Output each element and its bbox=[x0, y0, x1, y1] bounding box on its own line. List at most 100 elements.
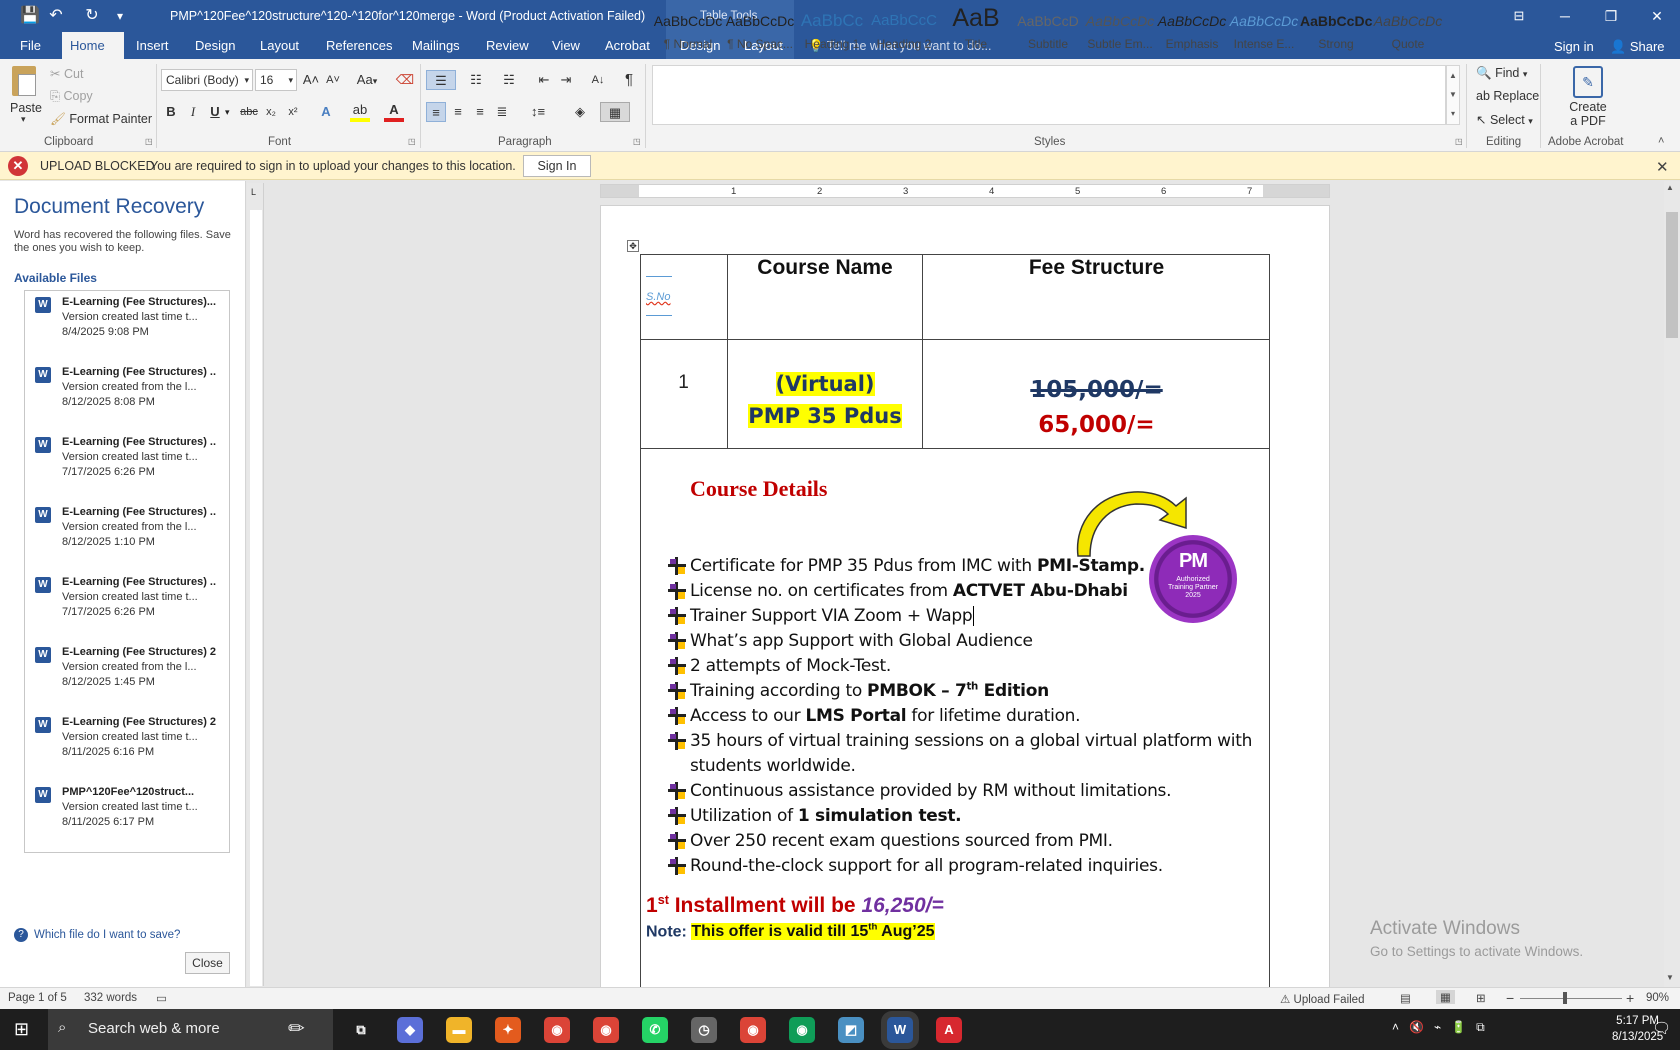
align-left-icon[interactable]: ≡ bbox=[426, 102, 446, 122]
grow-font-icon[interactable]: A˄ bbox=[301, 70, 321, 90]
styles-scroll[interactable]: ▲ ▼ ▾ bbox=[1446, 65, 1460, 125]
underline-button[interactable]: U bbox=[205, 102, 225, 122]
save-icon[interactable]: 💾 bbox=[18, 5, 42, 27]
bullet-item[interactable]: Trainer Support VIA Zoom + Wapp bbox=[668, 606, 975, 626]
bullet-item[interactable]: Training according to PMBOK – 7th Editio… bbox=[668, 681, 1049, 701]
style-title[interactable]: AaB Title bbox=[940, 0, 1012, 58]
chrome-icon[interactable]: ◉ bbox=[740, 1017, 766, 1043]
style-heading-2[interactable]: AaBbCcC Heading 2 bbox=[868, 0, 940, 58]
customize-qat-icon[interactable]: ▾ bbox=[108, 5, 132, 27]
zoom-slider-thumb[interactable] bbox=[1563, 992, 1568, 1004]
recovered-file-item[interactable]: W E-Learning (Fee Structures) 2 Version cr… bbox=[25, 641, 229, 711]
bold-button[interactable]: B bbox=[161, 102, 181, 122]
bullet-item[interactable]: Access to our LMS Portal for lifetime du… bbox=[668, 706, 1081, 726]
subscript-button[interactable]: x₂ bbox=[261, 102, 281, 122]
style-no-spacing[interactable]: AaBbCcDc ¶ No Spac... bbox=[724, 0, 796, 58]
zoom-level[interactable]: 90% bbox=[1646, 992, 1669, 1004]
page-count[interactable]: Page 1 of 5 bbox=[8, 992, 67, 1004]
word-count[interactable]: 332 words bbox=[84, 992, 137, 1004]
decrease-indent-icon[interactable]: ⇤ bbox=[534, 70, 554, 90]
replace-button[interactable]: ab Replace bbox=[1476, 89, 1539, 103]
create-pdf-icon[interactable]: ✎ bbox=[1573, 66, 1603, 98]
collapse-ribbon-icon[interactable]: ˄ bbox=[1658, 135, 1664, 147]
proofing-icon[interactable]: ▭ bbox=[156, 991, 167, 1005]
close-window-button[interactable]: ✕ bbox=[1634, 0, 1680, 32]
tab-mailings[interactable]: Mailings bbox=[404, 32, 468, 59]
bullet-item[interactable]: License no. on certificates from ACTVET … bbox=[668, 581, 1128, 601]
chrome-icon[interactable]: ◉ bbox=[544, 1017, 570, 1043]
bullet-item[interactable]: Continuous assistance provided by RM wit… bbox=[668, 781, 1172, 801]
clock-app-icon[interactable]: ◷ bbox=[691, 1017, 717, 1043]
clear-formatting-icon[interactable]: ⌫ bbox=[395, 70, 415, 90]
paste-button[interactable]: Paste bbox=[10, 101, 42, 115]
scrollbar-thumb[interactable] bbox=[1666, 212, 1678, 338]
bullet-item[interactable]: Certificate for PMP 35 Pdus from IMC wit… bbox=[668, 556, 1145, 576]
app-icon[interactable]: ◩ bbox=[838, 1017, 864, 1043]
share-button[interactable]: 👤 Share bbox=[1610, 39, 1665, 55]
copilot-icon[interactable]: ◆ bbox=[397, 1017, 423, 1043]
align-center-icon[interactable]: ≡ bbox=[448, 102, 468, 122]
scroll-down-icon[interactable]: ▼ bbox=[1666, 973, 1674, 982]
system-tray-icons[interactable]: ˄🔇⌁🔋⧉ bbox=[1392, 1020, 1495, 1035]
bullet-item[interactable]: Round-the-clock support for all program-… bbox=[668, 856, 1163, 876]
chrome-icon[interactable]: ◉ bbox=[593, 1017, 619, 1043]
web-layout-icon[interactable]: ⊞ bbox=[1476, 991, 1486, 1005]
sign-in-link[interactable]: Sign in bbox=[1554, 39, 1594, 54]
shrink-font-icon[interactable]: A˅ bbox=[323, 70, 343, 90]
recovered-file-item[interactable]: W E-Learning (Fee Structures) .. Version c… bbox=[25, 361, 229, 431]
zoom-slider[interactable] bbox=[1520, 998, 1622, 999]
undo-icon[interactable]: ↶ bbox=[44, 5, 68, 27]
style-emphasis[interactable]: AaBbCcDc Emphasis bbox=[1156, 0, 1228, 58]
change-case-icon[interactable]: Aa▾ bbox=[352, 70, 382, 90]
recovered-file-item[interactable]: W E-Learning (Fee Structures) 2 Version cr… bbox=[25, 711, 229, 781]
installment-line[interactable]: 1st Installment will be 16,250/= bbox=[646, 893, 944, 918]
whatsapp-icon[interactable]: ✆ bbox=[642, 1017, 668, 1043]
text-effects-icon[interactable]: A bbox=[316, 102, 336, 122]
line-spacing-icon[interactable]: ↕≡ bbox=[524, 102, 552, 122]
tab-review[interactable]: Review bbox=[478, 32, 537, 59]
clipboard-launcher-icon[interactable]: ◳ bbox=[145, 137, 153, 146]
notifications-icon[interactable]: 🗨 bbox=[1652, 1019, 1671, 1037]
style-heading-1[interactable]: AaBbCc Heading 1 bbox=[796, 0, 868, 58]
style-subtitle[interactable]: AaBbCcD Subtitle bbox=[1012, 0, 1084, 58]
bullet-item[interactable]: What’s app Support with Global Audience bbox=[668, 631, 1033, 651]
recovery-close-button[interactable]: Close bbox=[185, 952, 230, 974]
select-button[interactable]: ↖ Select ▾ bbox=[1476, 112, 1533, 127]
recovered-file-item[interactable]: W PMP^120Fee^120struct... Version created … bbox=[25, 781, 229, 851]
tab-home[interactable]: Home bbox=[62, 32, 124, 59]
show-marks-icon[interactable]: ¶ bbox=[619, 70, 639, 90]
styles-launcher-icon[interactable]: ◳ bbox=[1455, 137, 1463, 146]
taskbar-search[interactable]: ⌕ Search web & more ✏ bbox=[48, 1009, 333, 1050]
style-normal[interactable]: AaBbCcDc ¶ Normal bbox=[652, 0, 724, 58]
message-sign-in-button[interactable]: Sign In bbox=[523, 155, 591, 177]
tab-selector[interactable]: L bbox=[251, 187, 256, 197]
sort-icon[interactable]: A↓ bbox=[588, 70, 608, 90]
style-strong[interactable]: AaBbCcDc Strong bbox=[1300, 0, 1372, 58]
bullet-item[interactable]: Over 250 recent exam questions sourced f… bbox=[668, 831, 1113, 851]
tab-view[interactable]: View bbox=[544, 32, 588, 59]
numbering-button[interactable]: ☷ bbox=[462, 70, 490, 90]
style-subtle-emphasis[interactable]: AaBbCcDc Subtle Em... bbox=[1084, 0, 1156, 58]
bullet-item[interactable]: Utilization of 1 simulation test. bbox=[668, 806, 962, 826]
italic-button[interactable]: I bbox=[183, 102, 203, 122]
highlight-icon[interactable]: ab bbox=[350, 100, 370, 122]
offer-note[interactable]: Note: This offer is valid till 15th Aug’… bbox=[646, 922, 935, 941]
align-right-icon[interactable]: ≡ bbox=[470, 102, 490, 122]
recovered-file-item[interactable]: W E-Learning (Fee Structures)... Version c… bbox=[25, 291, 229, 361]
tab-layout[interactable]: Layout bbox=[252, 32, 307, 59]
app-icon[interactable]: ✦ bbox=[495, 1017, 521, 1043]
justify-icon[interactable]: ≣ bbox=[492, 102, 512, 122]
word-icon[interactable]: W bbox=[887, 1017, 913, 1043]
increase-indent-icon[interactable]: ⇥ bbox=[556, 70, 576, 90]
superscript-button[interactable]: x² bbox=[283, 102, 303, 122]
underline-dropdown-icon[interactable]: ▾ bbox=[225, 107, 230, 118]
windows-start-icon[interactable]: ⊞ bbox=[14, 1019, 29, 1040]
bullets-button[interactable]: ☰ bbox=[426, 70, 456, 90]
tab-file[interactable]: File bbox=[12, 32, 49, 59]
scroll-up-icon[interactable]: ▲ bbox=[1666, 183, 1674, 192]
tab-design[interactable]: Design bbox=[187, 32, 243, 59]
zoom-out-button[interactable]: − bbox=[1506, 990, 1514, 1006]
copy-button[interactable]: ⎘ Copy bbox=[50, 89, 93, 104]
format-painter-button[interactable]: 🖌 Format Painter bbox=[50, 112, 152, 127]
chrome-icon[interactable]: ◉ bbox=[789, 1017, 815, 1043]
